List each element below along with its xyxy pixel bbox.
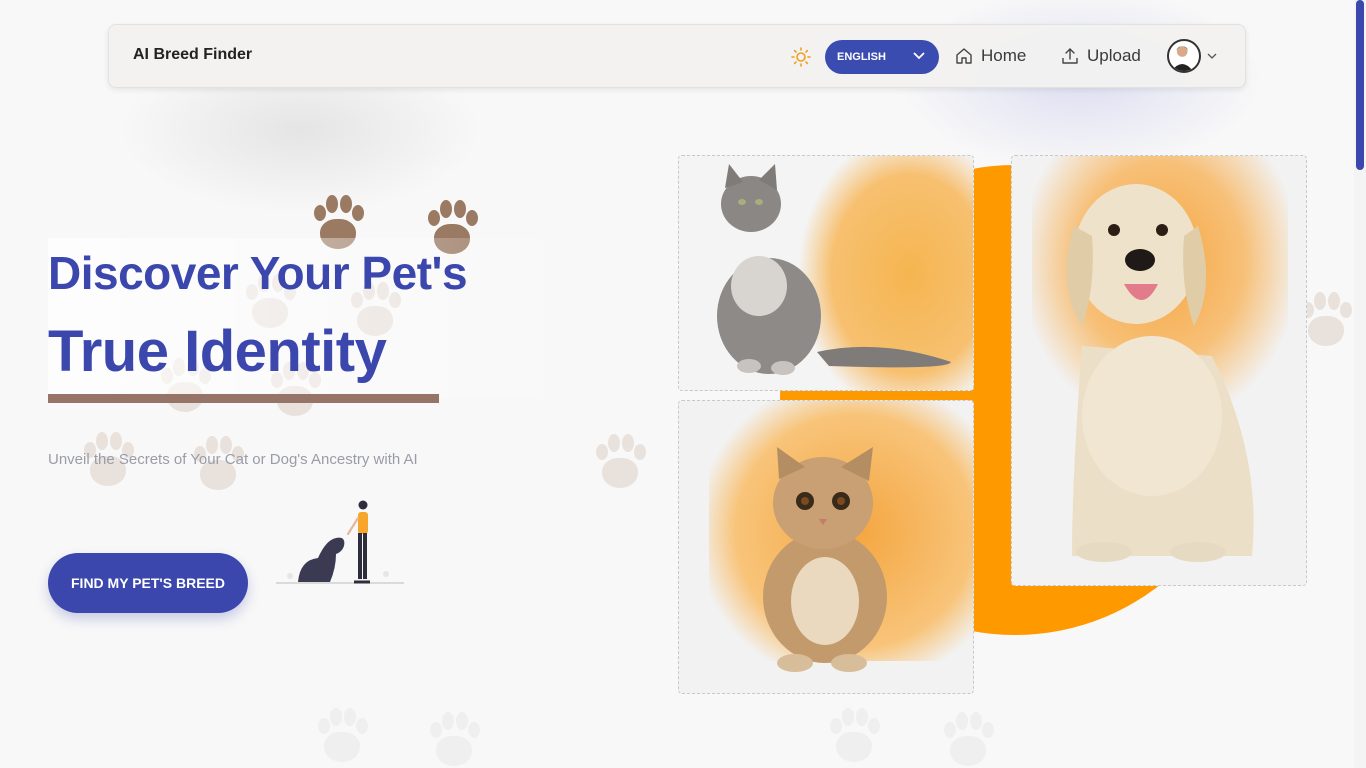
scrollbar-thumb[interactable]	[1356, 0, 1364, 170]
paw-print-icon	[824, 706, 884, 766]
hero-subtitle: Unveil the Secrets of Your Cat or Dog's …	[48, 451, 418, 468]
language-select[interactable]: ENGLISH	[825, 40, 939, 74]
paw-print-icon	[590, 432, 650, 492]
language-label: ENGLISH	[837, 51, 886, 63]
paw-print-icon	[938, 710, 998, 768]
navbar: AI Breed Finder ENGLISH Home Upload	[108, 24, 1246, 88]
home-icon	[956, 48, 972, 64]
brand-name[interactable]: AI Breed Finder	[133, 46, 252, 64]
nav-upload-link[interactable]: Upload	[1062, 46, 1141, 66]
hero-title-line2: True Identity	[48, 319, 387, 384]
user-avatar[interactable]	[1167, 39, 1201, 73]
title-underline	[48, 394, 439, 403]
hero-title-line1: Discover Your Pet's	[48, 247, 468, 299]
page: AI Breed Finder ENGLISH Home Upload Disc…	[0, 0, 1366, 768]
nav-home-link[interactable]: Home	[956, 46, 1027, 66]
woman-with-dog-illustration	[276, 500, 404, 584]
find-breed-button[interactable]: FIND MY PET'S BREED	[48, 553, 248, 613]
nav-home-label: Home	[981, 46, 1027, 65]
paw-print-icon	[312, 706, 372, 766]
tabby-kitten-image	[678, 400, 974, 694]
page-scrollbar[interactable]	[1354, 0, 1366, 768]
grey-cat-image	[678, 155, 974, 391]
nav-upload-label: Upload	[1087, 46, 1141, 65]
chevron-down-icon[interactable]	[1207, 53, 1217, 59]
sun-icon[interactable]	[791, 47, 811, 67]
chevron-down-icon	[913, 52, 925, 60]
upload-icon	[1062, 48, 1078, 64]
golden-retriever-image	[1011, 155, 1307, 586]
paw-print-icon	[424, 710, 484, 768]
